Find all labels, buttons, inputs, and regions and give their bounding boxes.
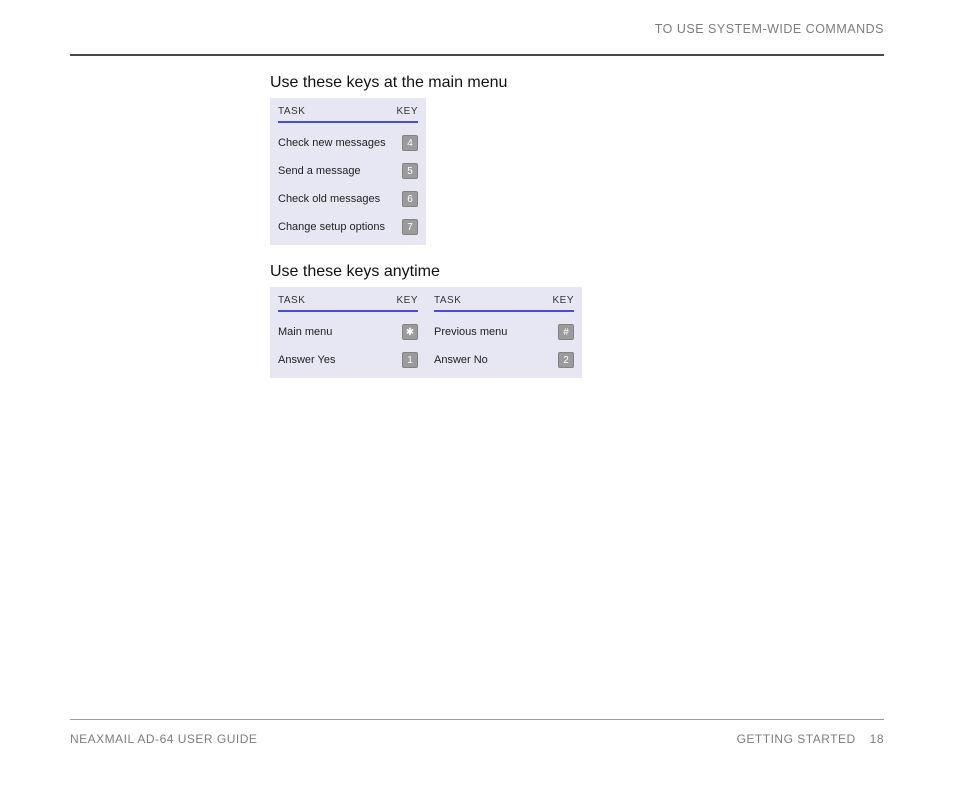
task-label: Check new messages <box>278 137 386 149</box>
task-label: Previous menu <box>434 326 507 338</box>
table-row: Previous menu # <box>434 318 574 346</box>
section1-title: Use these keys at the main menu <box>270 74 884 92</box>
content: Use these keys at the main menu TASK KEY… <box>270 74 884 378</box>
section1-col-0: TASK KEY Check new messages 4 Send a mes… <box>278 104 418 241</box>
col-header-task: TASK <box>434 295 461 306</box>
task-label: Check old messages <box>278 193 380 205</box>
footer-page-number: 18 <box>870 732 884 746</box>
section2-col-1: TASK KEY Previous menu # Answer No 2 <box>434 293 574 374</box>
page: TO USE SYSTEM-WIDE COMMANDS Use these ke… <box>0 0 954 786</box>
table-header-rule <box>434 310 574 312</box>
table-row: Send a message 5 <box>278 157 418 185</box>
table-header-rule <box>278 121 418 123</box>
table-header: TASK KEY <box>434 293 574 310</box>
table-row: Check old messages 6 <box>278 185 418 213</box>
footer-guide-title: NEAXMAIL AD-64 USER GUIDE <box>70 732 257 746</box>
table-header: TASK KEY <box>278 104 418 121</box>
task-label: Answer No <box>434 354 488 366</box>
section2-title: Use these keys anytime <box>270 263 884 281</box>
table-row: Change setup options 7 <box>278 213 418 241</box>
table-row: Check new messages 4 <box>278 129 418 157</box>
keycap-hash-icon: # <box>558 324 574 340</box>
section1-table: TASK KEY Check new messages 4 Send a mes… <box>270 98 426 245</box>
col-header-key: KEY <box>552 295 574 306</box>
footer-row: NEAXMAIL AD-64 USER GUIDE GETTING STARTE… <box>70 732 884 746</box>
section2-table: TASK KEY Main menu ✱ Answer Yes 1 <box>270 287 582 378</box>
keycap-icon: 5 <box>402 163 418 179</box>
table-header: TASK KEY <box>278 293 418 310</box>
col-header-task: TASK <box>278 106 305 117</box>
keycap-icon: 6 <box>402 191 418 207</box>
table-row: Main menu ✱ <box>278 318 418 346</box>
keycap-icon: 7 <box>402 219 418 235</box>
col-header-task: TASK <box>278 295 305 306</box>
footer-right: GETTING STARTED 18 <box>737 732 884 746</box>
section2: Use these keys anytime TASK KEY Main men… <box>270 263 884 378</box>
table-row: Answer Yes 1 <box>278 346 418 374</box>
section2-col-0: TASK KEY Main menu ✱ Answer Yes 1 <box>278 293 418 374</box>
keycap-icon: 1 <box>402 352 418 368</box>
keycap-star-icon: ✱ <box>402 324 418 340</box>
col-header-key: KEY <box>396 106 418 117</box>
header-title: TO USE SYSTEM-WIDE COMMANDS <box>655 22 884 36</box>
page-header: TO USE SYSTEM-WIDE COMMANDS <box>70 0 884 48</box>
task-label: Change setup options <box>278 221 385 233</box>
page-footer: NEAXMAIL AD-64 USER GUIDE GETTING STARTE… <box>70 719 884 746</box>
footer-rule <box>70 719 884 720</box>
task-label: Answer Yes <box>278 354 335 366</box>
header-rule <box>70 54 884 56</box>
keycap-icon: 2 <box>558 352 574 368</box>
col-header-key: KEY <box>396 295 418 306</box>
keycap-icon: 4 <box>402 135 418 151</box>
task-label: Main menu <box>278 326 332 338</box>
footer-section: GETTING STARTED <box>737 732 856 746</box>
table-row: Answer No 2 <box>434 346 574 374</box>
table-header-rule <box>278 310 418 312</box>
task-label: Send a message <box>278 165 361 177</box>
